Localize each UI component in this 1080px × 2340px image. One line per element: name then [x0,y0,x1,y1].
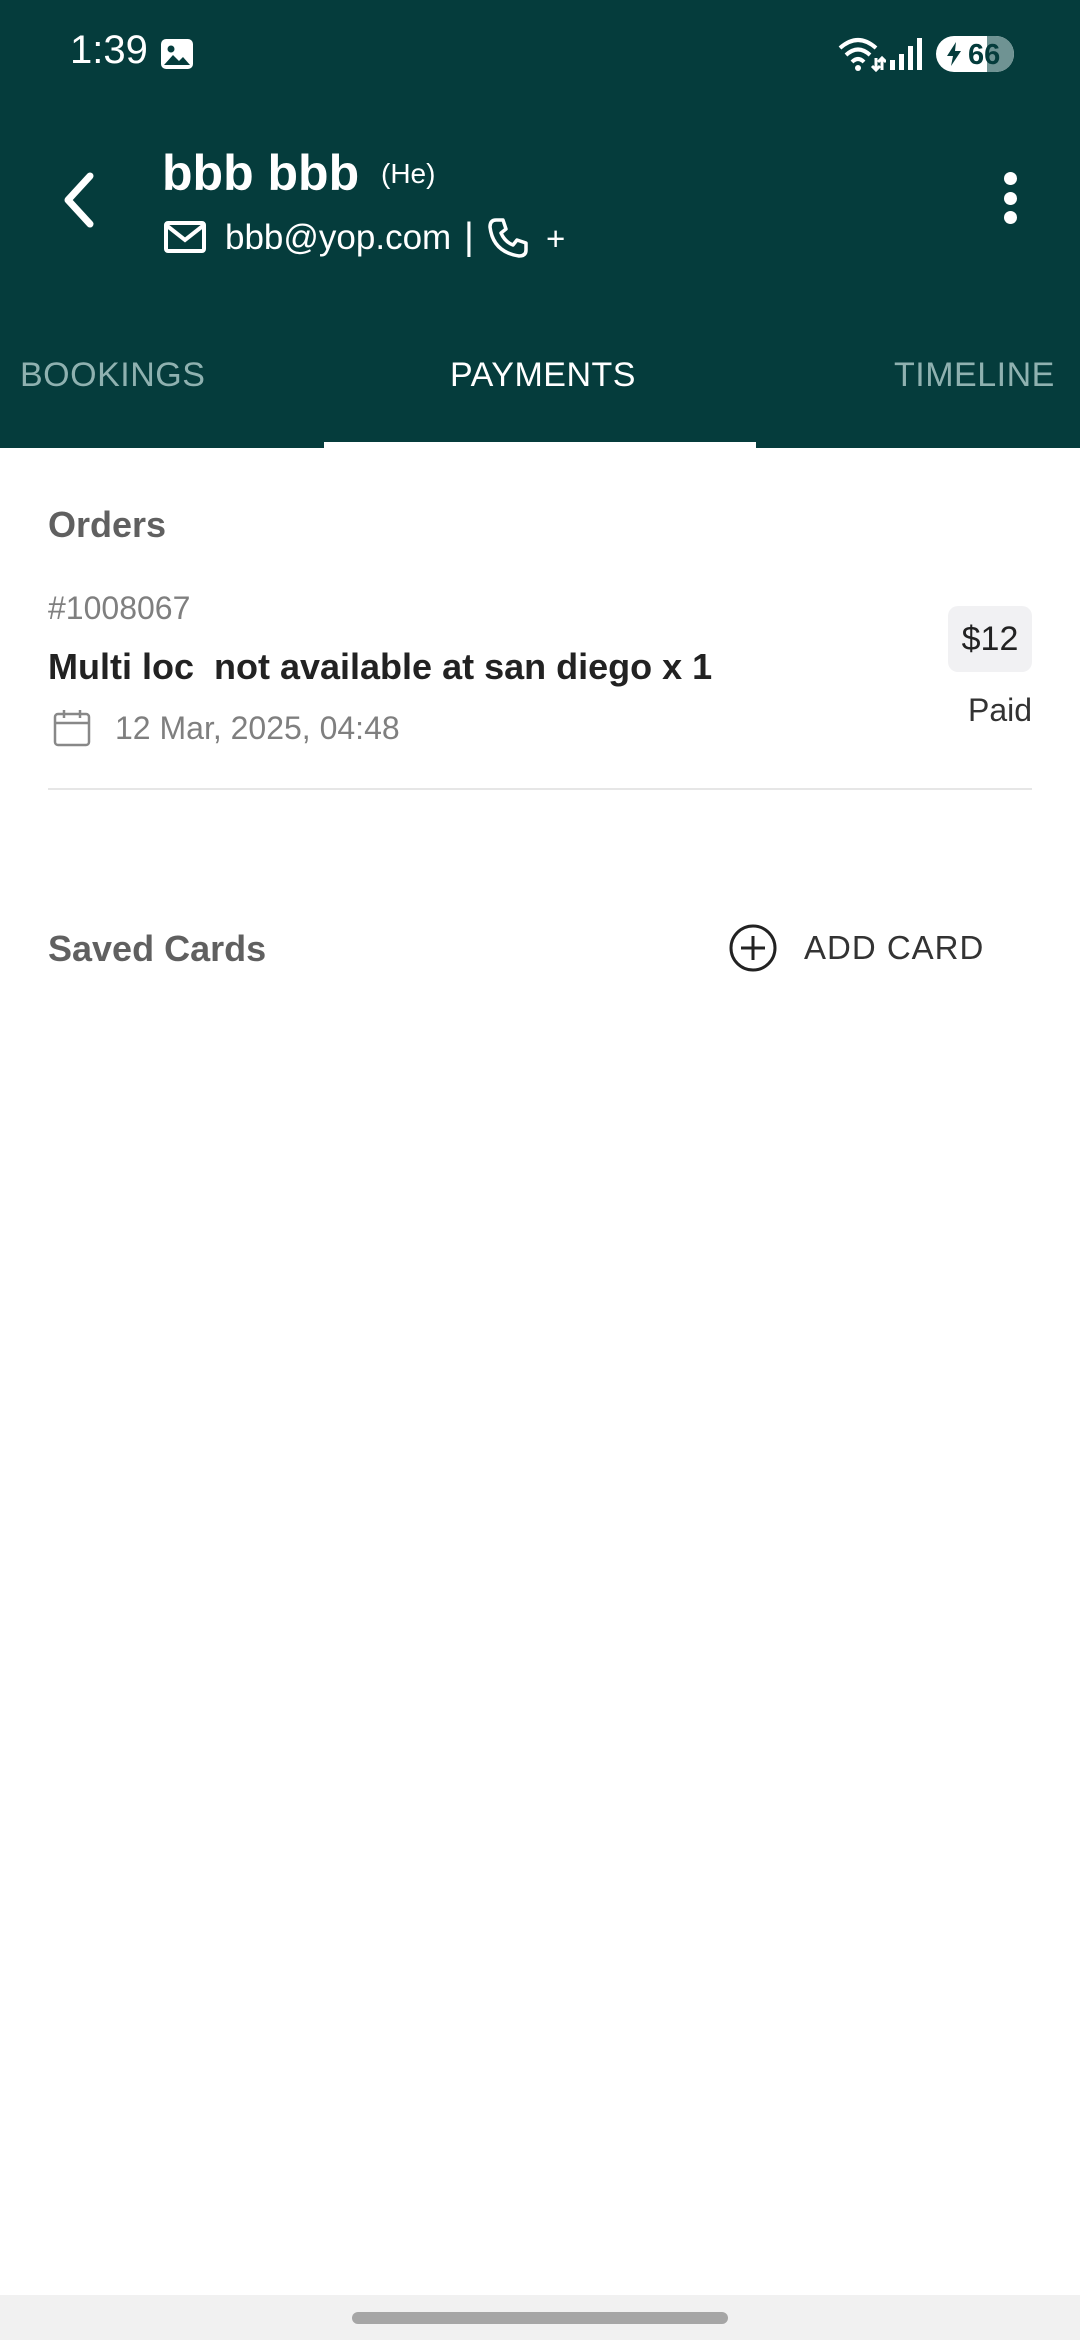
customer-name: bbb bbb [162,145,360,201]
wifi-icon [838,38,886,72]
contact-separator: | [464,216,474,258]
order-title: Multi loc not available at san diego x 1 [48,646,713,687]
order-price-badge: $12 [948,606,1032,672]
order-id: #1008067 [48,590,191,626]
saved-cards-section-title: Saved Cards [48,928,267,969]
more-vertical-dot [1003,191,1017,205]
more-vertical-dot [1003,211,1017,224]
tab-bookings[interactable]: BOOKINGS [20,356,205,395]
home-gesture-handle[interactable] [352,2312,728,2324]
tab-timeline[interactable]: TIMELINE [894,356,1055,395]
more-vertical-icon [1003,172,1017,185]
back-arrow-icon [64,172,94,228]
customer-pronoun: (He) [381,158,436,189]
status-time: 1:39 [70,28,148,72]
more-options-button[interactable] [980,166,1040,230]
add-card-label: ADD CARD [804,929,985,966]
tab-payments[interactable]: PAYMENTS [450,356,636,395]
customer-email[interactable]: bbb@yop.com [225,218,451,258]
signal-icon [890,38,922,70]
back-button[interactable] [40,160,120,240]
battery-indicator: 66 [936,36,1014,72]
orders-section-title: Orders [48,504,167,545]
customer-phone[interactable]: + [546,220,565,258]
order-divider [48,788,1032,790]
active-tab-indicator [324,442,756,448]
phone-icon [488,218,528,258]
charging-icon [947,42,961,66]
battery-level: 66 [968,39,1001,71]
add-circle-icon [729,924,777,972]
gallery-icon [161,39,193,69]
order-date: 12 Mar, 2025, 04:48 [115,710,400,746]
order-status: Paid [968,692,1033,728]
calendar-icon [53,710,91,747]
app-header: 1:39 66 bbb bbb (He) bbb@yop.com | + BOO… [0,0,1080,448]
mail-icon [164,221,206,253]
add-card-button[interactable]: ADD CARD [728,918,1018,978]
